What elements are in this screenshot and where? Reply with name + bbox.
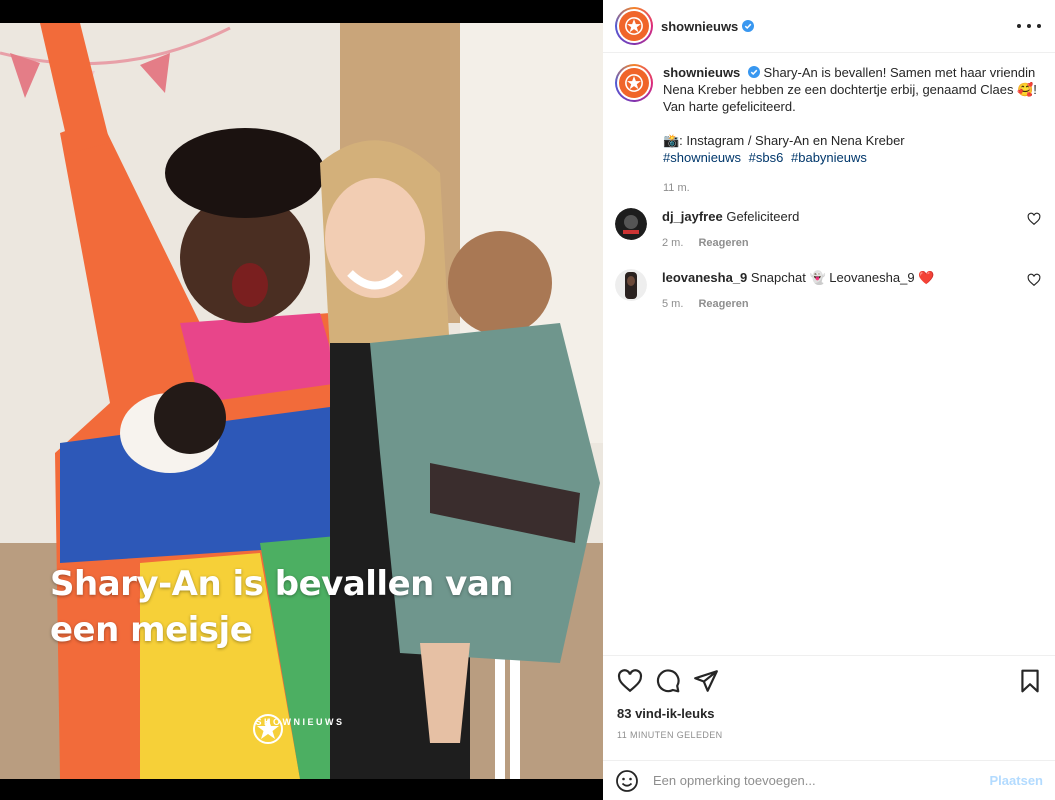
reply-button[interactable]: Reageren	[698, 298, 748, 310]
header-avatar[interactable]	[615, 7, 653, 45]
post-photo[interactable]: Shary-An is bevallen van een meisje SHOW…	[0, 23, 603, 779]
action-bar	[617, 668, 1043, 694]
star-logo-icon	[625, 74, 643, 92]
post-actions: 83 vind-ik-leuks 11 MINUTEN GELEDEN	[603, 655, 1055, 767]
hashtag-link[interactable]: #shownieuws	[663, 150, 741, 165]
emoji-icon[interactable]	[615, 769, 639, 793]
bookmark-icon[interactable]	[1017, 668, 1043, 694]
reply-button[interactable]: Reageren	[698, 237, 748, 249]
post-overlay-title: Shary-An is bevallen van een meisje	[50, 561, 570, 653]
caption-username[interactable]: shownieuws	[663, 65, 740, 80]
post-header: shownieuws	[603, 0, 1055, 53]
comment-avatar[interactable]	[615, 269, 647, 301]
overlay-title-line-2: een meisje	[50, 610, 253, 650]
verified-icon	[747, 66, 760, 78]
comment-time[interactable]: 5 m.	[662, 298, 683, 310]
comment-icon[interactable]	[655, 668, 681, 694]
star-logo-icon	[625, 17, 643, 35]
heart-icon[interactable]	[1027, 273, 1041, 287]
like-button[interactable]	[617, 668, 643, 694]
comment-username[interactable]: dj_jayfree	[662, 209, 723, 224]
post-details-panel: shownieuws shownieuws Shary-An is bevall…	[603, 0, 1055, 800]
caption-hashtags: #shownieuws #sbs6 #babynieuws	[663, 149, 1043, 166]
comment-item: dj_jayfree Gefeliciteerd 2 m. Reageren	[615, 208, 1045, 252]
post-media: Shary-An is bevallen van een meisje SHOW…	[0, 0, 603, 800]
comments-section: shownieuws Shary-An is bevallen! Samen m…	[603, 54, 1055, 654]
comment-input[interactable]	[653, 773, 973, 788]
header-username[interactable]: shownieuws	[661, 19, 738, 34]
post-comment-button[interactable]: Plaatsen	[990, 773, 1043, 788]
photo-illustration	[0, 23, 603, 779]
caption-credit: 📸: Instagram / Shary-An en Nena Kreber	[663, 133, 905, 148]
more-options-button[interactable]	[1017, 16, 1041, 36]
star-logo-icon	[253, 714, 283, 744]
comment-item: leovanesha_9 Snapchat 👻 Leovanesha_9 ❤️ …	[615, 269, 1045, 313]
caption-time[interactable]: 11 m.	[663, 180, 1043, 197]
comment-text: Snapchat 👻 Leovanesha_9 ❤️	[750, 270, 935, 285]
verified-icon	[742, 20, 755, 32]
caption-avatar[interactable]	[615, 64, 653, 102]
add-comment-bar: Plaatsen	[603, 760, 1055, 800]
more-icon	[1017, 24, 1021, 28]
hashtag-link[interactable]: #sbs6	[749, 150, 784, 165]
share-icon[interactable]	[693, 668, 719, 694]
overlay-title-line-1: Shary-An is bevallen van	[50, 564, 514, 604]
comment-time[interactable]: 2 m.	[662, 237, 683, 249]
comment-avatar[interactable]	[615, 208, 647, 240]
shownieuws-watermark: SHOWNIEUWS	[252, 713, 348, 744]
hashtag-link[interactable]: #babynieuws	[791, 150, 867, 165]
posted-time[interactable]: 11 MINUTEN GELEDEN	[617, 730, 723, 740]
comment-username[interactable]: leovanesha_9	[662, 270, 747, 285]
post-caption: shownieuws Shary-An is bevallen! Samen m…	[615, 64, 1045, 197]
likes-count[interactable]: 83 vind-ik-leuks	[617, 706, 715, 721]
comment-text: Gefeliciteerd	[726, 209, 800, 224]
heart-icon[interactable]	[1027, 212, 1041, 226]
